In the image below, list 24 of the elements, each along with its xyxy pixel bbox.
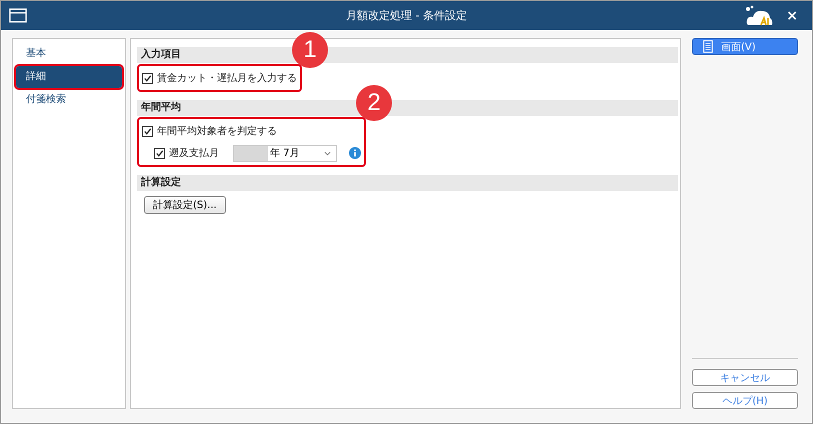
window-title: 月額改定処理 - 条件設定 [346,8,467,23]
screen-button[interactable]: 画面(V) [692,38,798,55]
close-button[interactable]: × [780,8,804,24]
sidebar-item[interactable]: 基本 [16,43,122,65]
sidebar-item[interactable]: 付箋検索 [16,89,122,111]
section-header: 計算設定 [137,175,678,191]
caret-icon [324,150,331,156]
document-icon [703,40,713,53]
sidebar-item[interactable]: 詳細 [16,66,122,88]
checkbox[interactable] [142,126,153,136]
info-icon[interactable] [349,147,361,159]
checkbox-label: 賃金カット・遅払月を入力する [157,72,297,85]
callout-badge: 1 [292,32,328,68]
checkbox[interactable] [142,72,153,84]
calculation-settings-button[interactable]: 計算設定(S)... [144,196,226,214]
cloud-icon [744,4,774,26]
month-dropdown[interactable]: 年 7月 [233,144,337,162]
checkbox-label: 年間平均対象者を判定する [157,124,277,138]
dialog-button[interactable]: ヘルプ(H) [692,392,798,409]
dialog-button[interactable]: キャンセル [692,369,798,386]
callout-badge: 2 [356,85,392,121]
window-icon [9,8,27,23]
checkbox-label: 遡及支払月 [169,146,219,160]
checkbox[interactable] [154,148,165,158]
